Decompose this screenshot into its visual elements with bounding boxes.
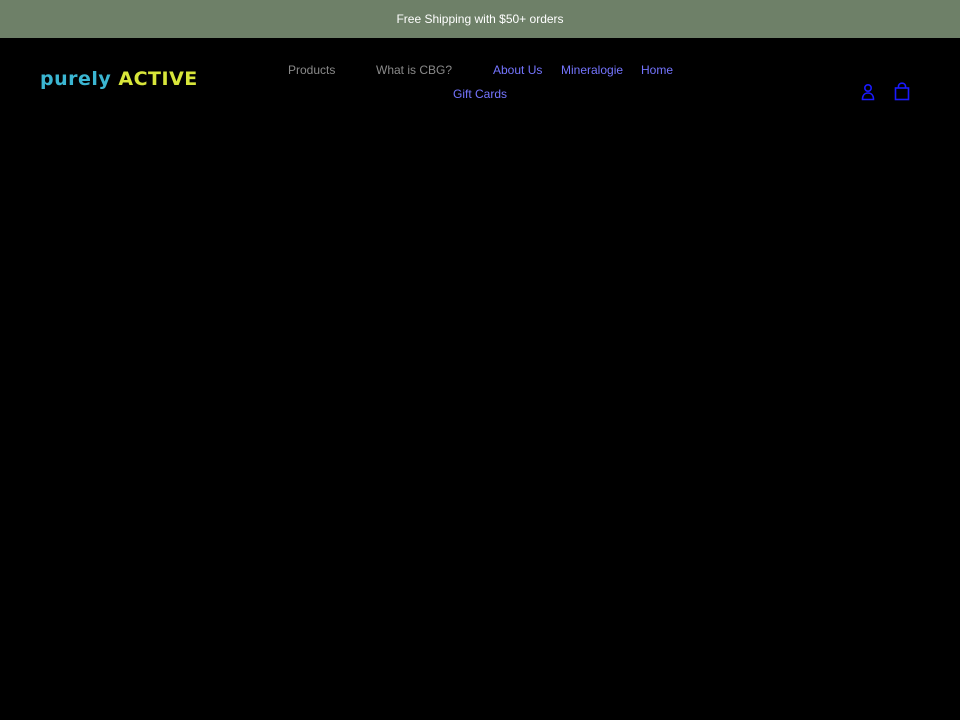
nav-item-gift-cards[interactable]: Gift Cards (453, 87, 507, 101)
site-logo[interactable]: purely ACTIVE (40, 67, 198, 91)
nav-item-about-us[interactable]: About Us (493, 63, 542, 77)
announcement-bar: Free Shipping with $50+ orders (0, 0, 960, 38)
account-icon (861, 83, 875, 101)
nav-item-products[interactable]: Products (288, 63, 335, 77)
announcement-text: Free Shipping with $50+ orders (396, 12, 564, 26)
nav-item-home[interactable]: Home (641, 63, 673, 77)
cart-icon (894, 81, 910, 100)
main-content (0, 120, 960, 720)
account-button[interactable] (858, 82, 878, 102)
logo-text-purely: purely (40, 68, 112, 90)
cart-button[interactable] (892, 81, 912, 101)
nav-item-what-is-cbg[interactable]: What is CBG? (376, 63, 452, 77)
site-header: purely ACTIVE Products What is CBG? Abou… (0, 38, 960, 120)
logo-text-active: ACTIVE (118, 68, 198, 90)
nav-item-mineralogie[interactable]: Mineralogie (561, 63, 623, 77)
